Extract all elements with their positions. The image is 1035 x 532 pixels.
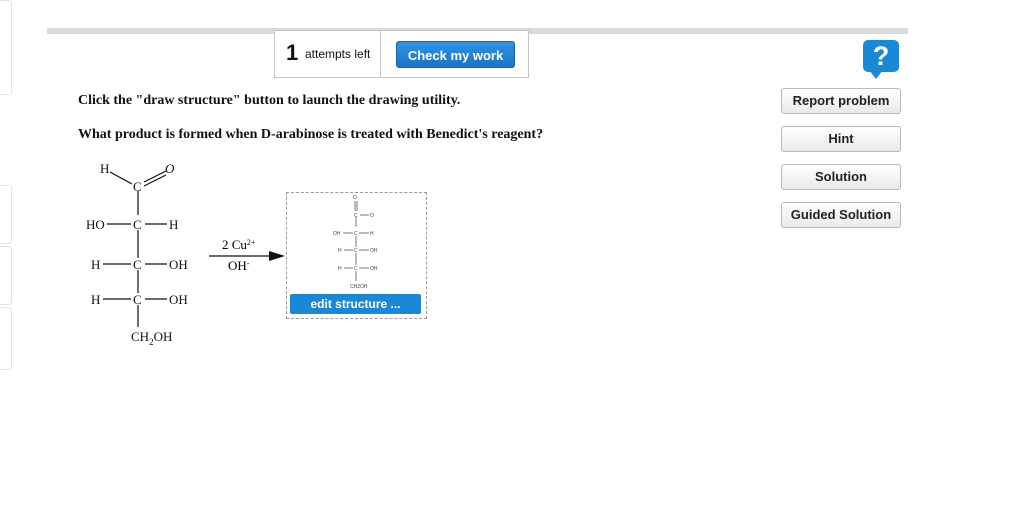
product-atom-o: O xyxy=(353,195,357,201)
help-button[interactable]: ? xyxy=(863,40,899,79)
reagent-hydroxide: OH- xyxy=(228,258,250,273)
product-atom-oh: OH xyxy=(370,248,378,254)
product-atom-h: H xyxy=(338,266,342,272)
report-problem-button[interactable]: Report problem xyxy=(781,88,901,114)
product-atom-o-minus: O xyxy=(370,213,374,219)
reactant-atom-ho: HO xyxy=(86,217,105,232)
product-atom-oh: OH xyxy=(333,231,341,237)
product-atom-c: C xyxy=(354,231,358,237)
reactant-ch2oh: CH2OH xyxy=(131,329,172,347)
reactant-atom-h: H xyxy=(169,217,178,232)
side-panel-tab[interactable] xyxy=(0,307,12,370)
solution-button[interactable]: Solution xyxy=(781,164,901,190)
reactant-atom-c: C xyxy=(133,217,142,232)
check-my-work-button[interactable]: Check my work xyxy=(396,41,515,68)
edit-structure-button[interactable]: edit structure ... xyxy=(290,294,421,314)
reactant-atom-oh: OH xyxy=(169,257,188,272)
product-structure-preview: O C O OH C H H C OH H C OH CH2OH xyxy=(333,195,378,290)
product-atom-h: H xyxy=(370,231,374,237)
side-panel-tab[interactable] xyxy=(0,246,12,305)
product-atom-h: H xyxy=(338,248,342,254)
reactant-atom-o: O xyxy=(165,161,175,176)
side-panel-tab[interactable] xyxy=(0,185,12,244)
product-atom-c: C xyxy=(354,248,358,254)
attempts-label: attempts left xyxy=(305,47,371,61)
product-atom-oh: OH xyxy=(370,266,378,272)
reactant-structure: H C O HO C H H C OH H C OH CH2OH xyxy=(86,161,188,347)
product-ch2oh: CH2OH xyxy=(350,284,368,290)
instructions-text: Click the "draw structure" button to lau… xyxy=(78,93,461,108)
attempts-panel: 1 attempts left Check my work xyxy=(274,30,529,78)
question-mark-icon: ? xyxy=(872,41,890,71)
reactant-atom-h: H xyxy=(100,161,109,176)
attempts-count: 1 xyxy=(286,40,299,65)
reaction-arrow: 2 Cu2+ OH- xyxy=(209,237,285,273)
reactant-atom-h: H xyxy=(91,257,100,272)
guided-solution-button[interactable]: Guided Solution xyxy=(781,202,901,228)
product-atom-c: C xyxy=(354,266,358,272)
product-atom-c: C xyxy=(354,213,358,219)
reactant-atom-c: C xyxy=(133,292,142,307)
reactant-atom-oh: OH xyxy=(169,292,188,307)
reactant-atom-h: H xyxy=(91,292,100,307)
reactant-atom-c: C xyxy=(133,257,142,272)
hint-button[interactable]: Hint xyxy=(781,126,901,152)
side-panel-tab[interactable] xyxy=(0,0,12,95)
speech-tail xyxy=(869,70,883,79)
question-text: What product is formed when D-arabinose … xyxy=(78,127,544,142)
divider xyxy=(380,31,381,77)
reagent-copper: 2 Cu2+ xyxy=(222,237,256,252)
reactant-atom-c: C xyxy=(133,179,142,194)
